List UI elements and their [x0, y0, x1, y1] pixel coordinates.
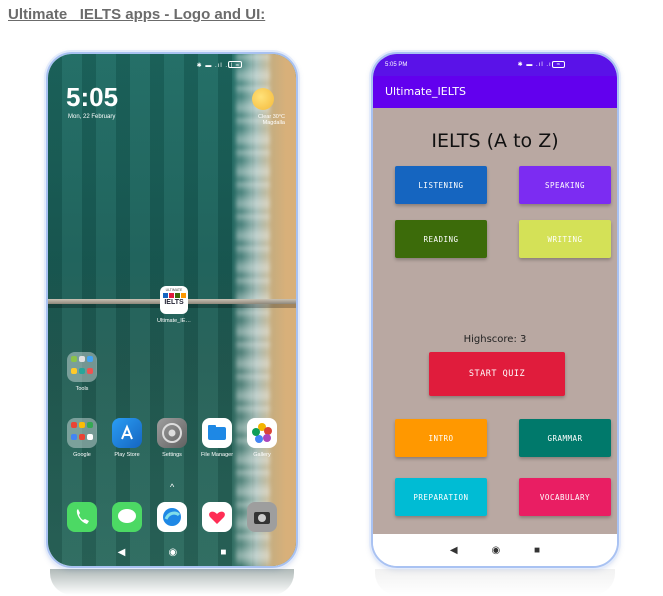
- start-quiz-button[interactable]: START QUIZ: [429, 352, 565, 396]
- app-label: Tools: [75, 386, 89, 392]
- reading-button[interactable]: READING: [395, 220, 487, 258]
- app-gallery[interactable]: Gallery: [240, 418, 284, 458]
- phone-reflection: [50, 569, 294, 595]
- gallery-icon: [247, 418, 277, 448]
- app-label: Gallery: [253, 452, 271, 458]
- home-button[interactable]: ◉: [168, 547, 177, 558]
- app-label: File Manager: [200, 452, 234, 458]
- app-content: IELTS (A to Z) LISTENING SPEAKING READIN…: [373, 108, 617, 538]
- dock: [60, 502, 284, 532]
- speaking-button[interactable]: SPEAKING: [519, 166, 611, 204]
- phone-icon[interactable]: [67, 502, 98, 532]
- page-title: IELTS (A to Z): [431, 130, 559, 152]
- app-label: Play Store: [114, 452, 140, 458]
- grammar-button[interactable]: GRAMMAR: [519, 419, 611, 457]
- vocabulary-button[interactable]: VOCABULARY: [519, 478, 611, 516]
- recents-button[interactable]: ■: [220, 547, 226, 558]
- battery-icon: [228, 61, 242, 68]
- swipe-up-indicator[interactable]: ^: [170, 482, 174, 492]
- google-folder-icon: [67, 418, 97, 448]
- app-play-store[interactable]: Play Store: [105, 418, 149, 458]
- browser-icon[interactable]: [156, 502, 187, 532]
- lockscreen-clock: 5:05: [66, 82, 119, 112]
- back-button[interactable]: ◀: [450, 545, 458, 556]
- back-button[interactable]: ◀: [118, 547, 126, 558]
- weather-location: Magdalla: [262, 120, 285, 126]
- folder-icon: [67, 352, 97, 382]
- phone-reflection: [375, 569, 615, 595]
- folder-tools[interactable]: Tools: [60, 352, 104, 392]
- app-label: Settings: [162, 452, 182, 458]
- health-icon[interactable]: [201, 502, 232, 532]
- weather-widget[interactable]: Clear 30°C Magdalla: [243, 114, 285, 126]
- ultimate-ielts-logo-icon: ULTIMATE IELTS: [160, 286, 188, 314]
- app-settings[interactable]: Settings: [150, 418, 194, 458]
- file-manager-icon: [202, 418, 232, 448]
- wallpaper-surf: [236, 54, 270, 566]
- app-ultimate-ielts[interactable]: ULTIMATE IELTS Ultimate_IE…: [152, 286, 196, 324]
- app-title-bar: Ultimate_IELTS: [373, 76, 617, 108]
- document-title: Ultimate_ IELTS apps - Logo and UI:: [8, 6, 266, 23]
- listening-button[interactable]: LISTENING: [395, 166, 487, 204]
- intro-button[interactable]: INTRO: [395, 419, 487, 457]
- settings-icon: [157, 418, 187, 448]
- preparation-button[interactable]: PREPARATION: [395, 478, 487, 516]
- navigation-bar: ◀ ◉ ■: [373, 534, 617, 566]
- app-label: Google: [73, 452, 91, 458]
- home-screen-phone: ✱ ▬ .ıl .ıl ≈ 5:05 Mon, 22 February Clea…: [46, 52, 298, 568]
- play-store-icon: [112, 418, 142, 448]
- weather-sun-icon: [252, 88, 274, 110]
- battery-icon: [552, 61, 565, 68]
- navigation-bar: ◀ ◉ ■: [48, 547, 296, 558]
- app-label: Ultimate_IE…: [157, 318, 191, 324]
- recents-button[interactable]: ■: [534, 545, 540, 556]
- writing-button[interactable]: WRITING: [519, 220, 611, 258]
- camera-icon[interactable]: [246, 502, 277, 532]
- app-screen-phone: 5:05 PM ✱ ▬ .ıl .ıl ≈ Ultimate_IELTS IEL…: [371, 52, 619, 568]
- messages-icon[interactable]: [112, 502, 143, 532]
- app-file-manager[interactable]: File Manager: [195, 418, 239, 458]
- folder-google[interactable]: Google: [60, 418, 104, 458]
- highscore-text: Highscore: 3: [463, 334, 527, 345]
- home-button[interactable]: ◉: [491, 545, 500, 556]
- status-bar: 5:05 PM ✱ ▬ .ıl .ıl ≈: [373, 54, 617, 76]
- status-time: 5:05 PM: [385, 62, 408, 68]
- lockscreen-date: Mon, 22 February: [68, 114, 116, 120]
